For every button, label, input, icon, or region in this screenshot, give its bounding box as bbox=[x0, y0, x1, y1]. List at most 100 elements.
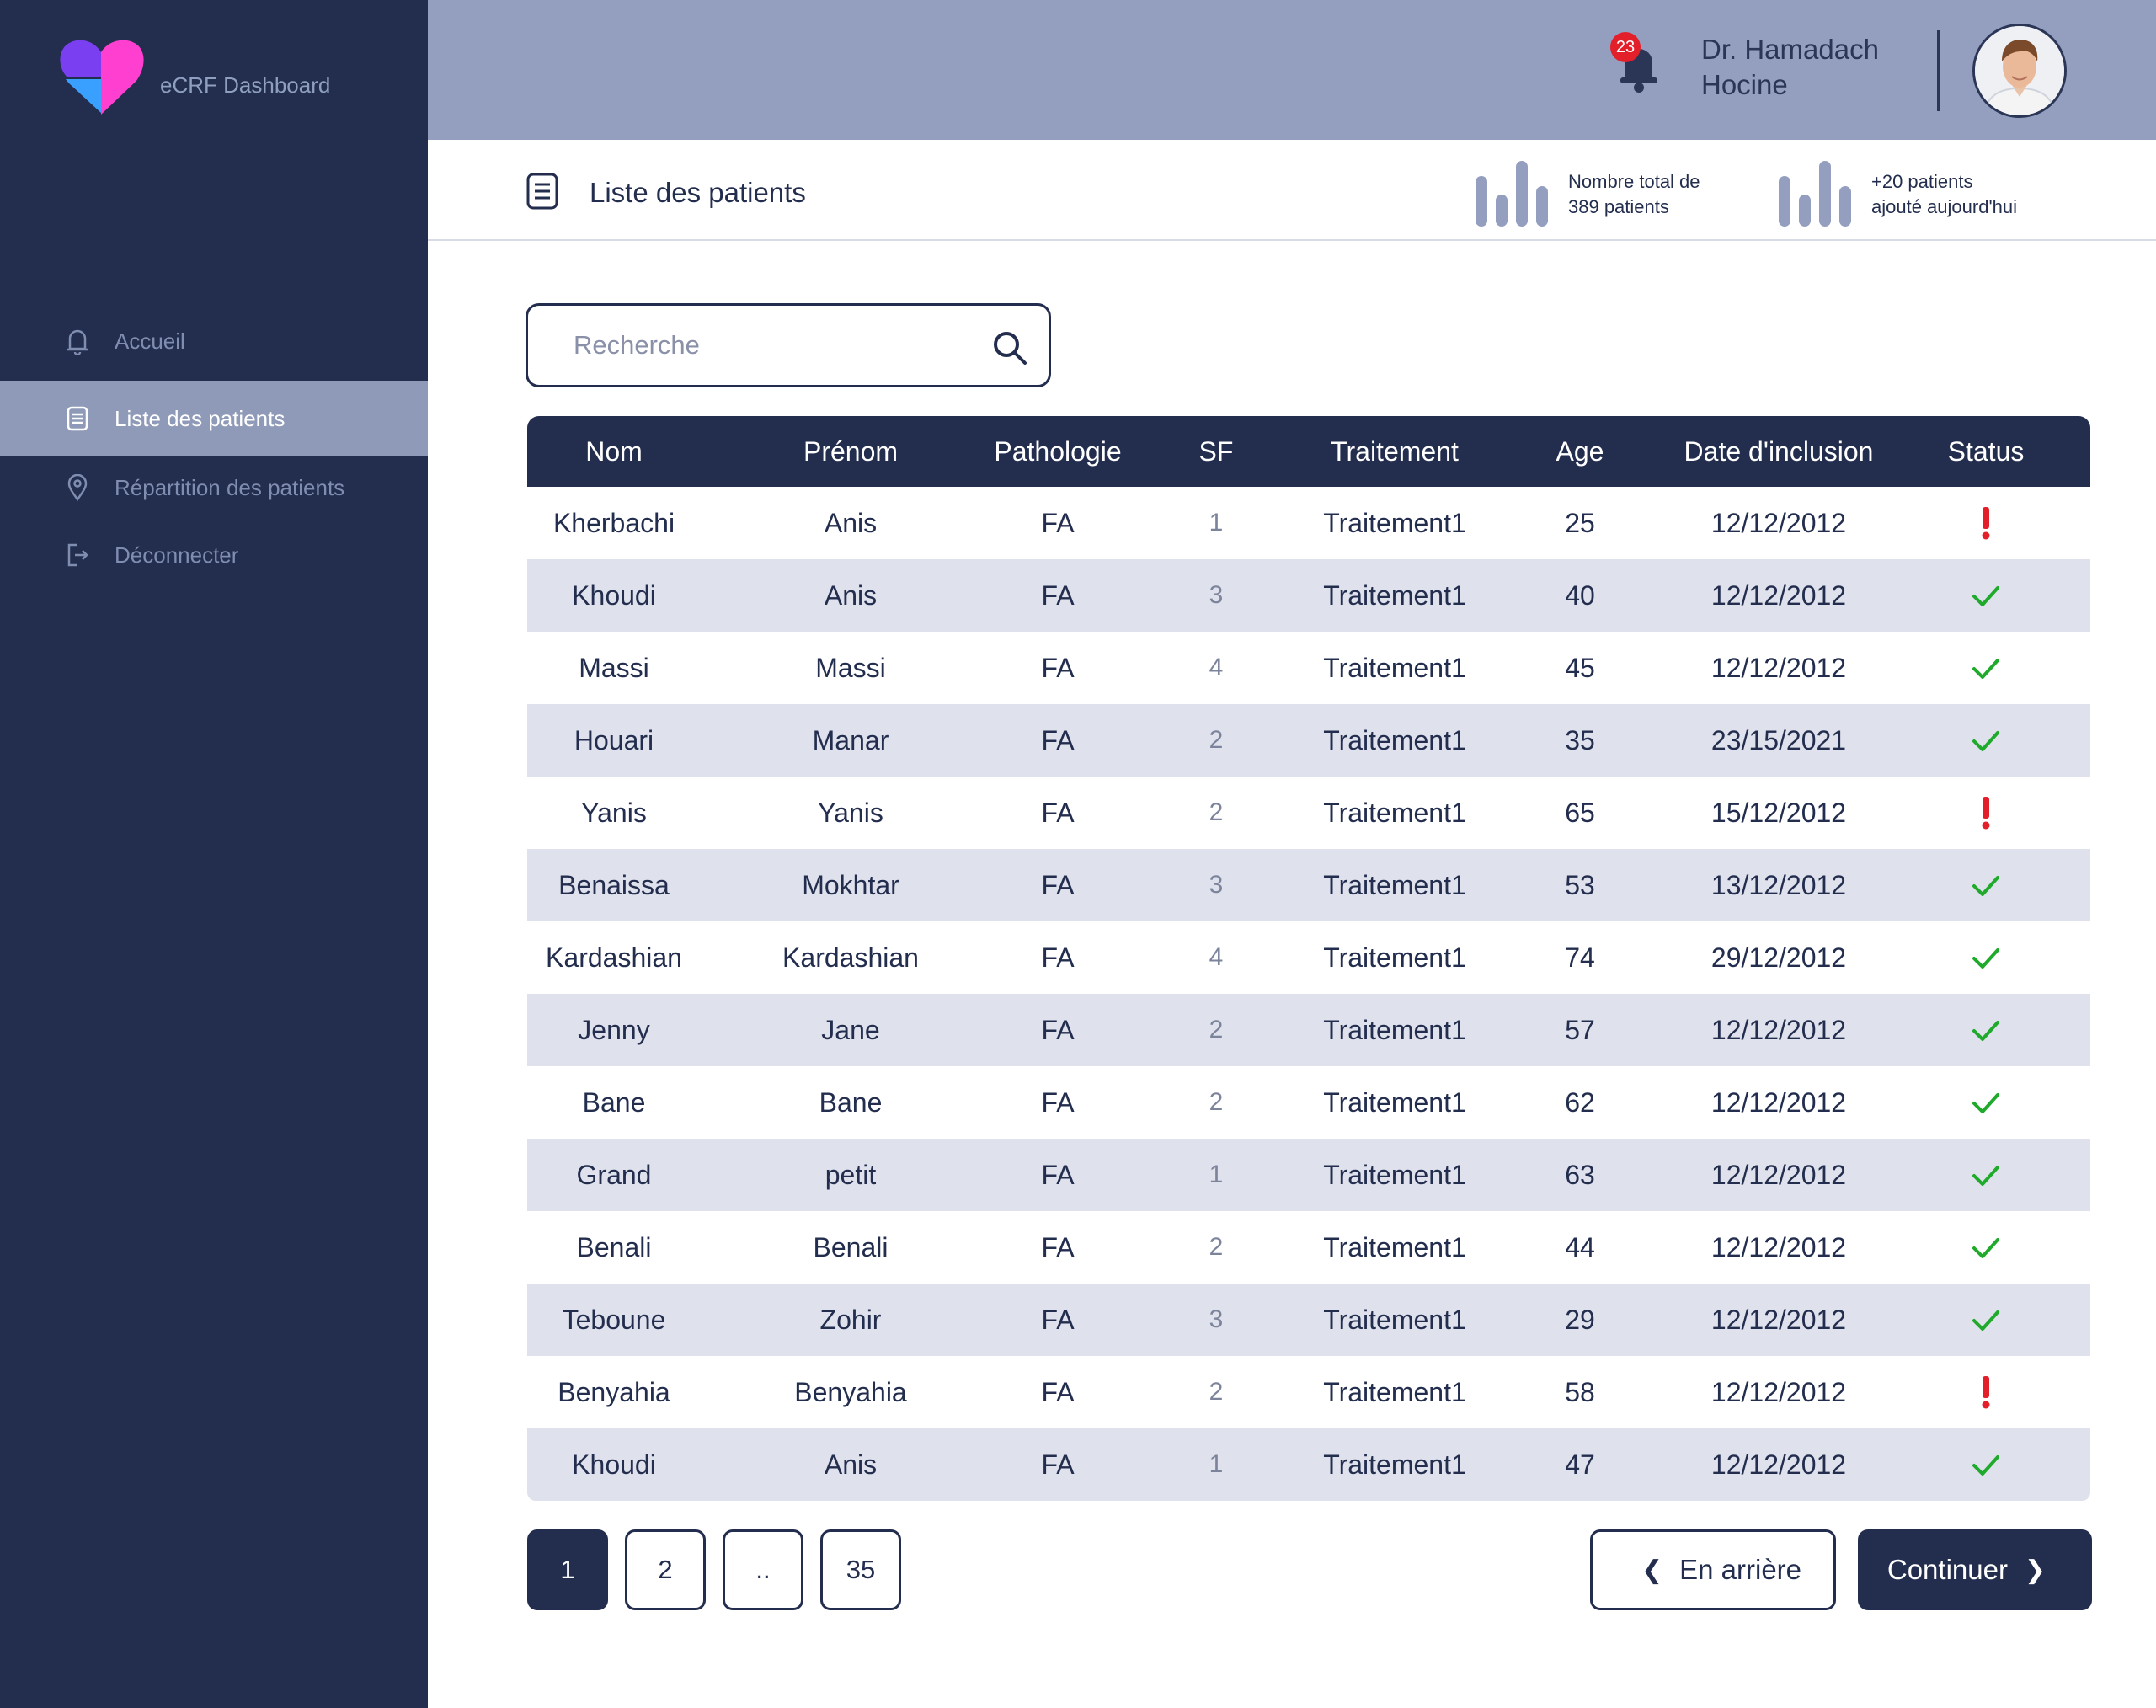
checkmark-icon bbox=[1969, 867, 2003, 903]
table-row[interactable]: Massi Massi FA 4 Traitement1 45 12/12/2012 bbox=[527, 632, 2090, 704]
table-body: Kherbachi Anis FA 1 Traitement1 25 12/12/2012 K… bbox=[527, 487, 2090, 1501]
cell-nom: Jenny bbox=[578, 1015, 650, 1045]
sidebar-item-repartition-des-patients[interactable]: Répartition des patients bbox=[0, 450, 428, 526]
stat-added-today: +20 patients ajouté aujourd'hui bbox=[1775, 157, 2017, 232]
cell-pathologie: FA bbox=[1041, 798, 1075, 828]
cell-sf: 3 bbox=[1209, 581, 1224, 609]
table-row[interactable]: Khoudi Anis FA 1 Traitement1 47 12/12/2012 bbox=[527, 1428, 2090, 1501]
cell-pathologie: FA bbox=[1041, 1087, 1075, 1118]
cell-sf: 2 bbox=[1209, 1016, 1224, 1043]
cell-pathologie: FA bbox=[1041, 1015, 1075, 1045]
page-button-2[interactable]: 2 bbox=[625, 1529, 706, 1610]
cell-age: 62 bbox=[1565, 1087, 1595, 1118]
page-header: Liste des patients Nombre total de 389 p… bbox=[428, 140, 2156, 241]
table-row[interactable]: Teboune Zohir FA 3 Traitement1 29 12/12/2012 bbox=[527, 1284, 2090, 1356]
cell-nom: Yanis bbox=[581, 798, 647, 828]
cell-nom: Massi bbox=[579, 653, 649, 683]
checkmark-icon bbox=[1969, 1447, 2003, 1482]
cell-traitement: Traitement1 bbox=[1323, 1087, 1466, 1118]
cell-prenom: Benali bbox=[813, 1232, 889, 1262]
sidebar-item-label: Déconnecter bbox=[115, 542, 239, 568]
app-name: eCRF Dashboard bbox=[160, 72, 331, 98]
table-row[interactable]: Benaissa Mokhtar FA 3 Traitement1 53 13/12/201… bbox=[527, 849, 2090, 921]
table-row[interactable]: Kherbachi Anis FA 1 Traitement1 25 12/12/2012 bbox=[527, 487, 2090, 559]
cell-age: 53 bbox=[1565, 870, 1595, 900]
sidebar-item-liste-des-patients[interactable]: Liste des patients bbox=[0, 381, 428, 456]
column-header-nom[interactable]: Nom bbox=[585, 416, 643, 487]
cell-traitement: Traitement1 bbox=[1323, 798, 1466, 828]
search-input[interactable] bbox=[574, 330, 944, 360]
cell-sf: 4 bbox=[1209, 943, 1224, 971]
cell-nom: Teboune bbox=[562, 1305, 666, 1335]
stat-added-line1: +20 patients bbox=[1871, 171, 1973, 192]
table-row[interactable]: Yanis Yanis FA 2 Traitement1 65 15/12/2012 bbox=[527, 777, 2090, 849]
page-button-1[interactable]: 1 bbox=[527, 1529, 608, 1610]
cell-traitement: Traitement1 bbox=[1323, 1015, 1466, 1045]
table-row[interactable]: Benyahia Benyahia FA 2 Traitement1 58 12/12/20… bbox=[527, 1356, 2090, 1428]
cell-date: 12/12/2012 bbox=[1710, 653, 1847, 683]
notification-badge: 23 bbox=[1610, 32, 1641, 62]
cell-pathologie: FA bbox=[1041, 653, 1075, 683]
table-row[interactable]: Khoudi Anis FA 3 Traitement1 40 12/12/2012 bbox=[527, 559, 2090, 632]
cell-age: 47 bbox=[1565, 1449, 1595, 1480]
table-row[interactable]: Grand petit FA 1 Traitement1 63 12/12/2012 bbox=[527, 1139, 2090, 1211]
cell-traitement: Traitement1 bbox=[1323, 580, 1466, 611]
cell-pathologie: FA bbox=[1041, 580, 1075, 611]
location-pin-icon bbox=[64, 472, 91, 503]
table-row[interactable]: Jenny Jane FA 2 Traitement1 57 12/12/2012 bbox=[527, 994, 2090, 1066]
cell-age: 57 bbox=[1565, 1015, 1595, 1045]
cell-prenom: Benyahia bbox=[794, 1377, 907, 1407]
column-header-status[interactable]: Status bbox=[1948, 416, 2025, 487]
cell-sf: 3 bbox=[1209, 871, 1224, 899]
cell-prenom: Manar bbox=[812, 725, 889, 755]
bar-chart-icon bbox=[1476, 161, 1548, 227]
table-row[interactable]: Benali Benali FA 2 Traitement1 44 12/12/2012 bbox=[527, 1211, 2090, 1284]
column-header-date[interactable]: Date d'inclusion bbox=[1684, 416, 1874, 487]
column-header-pathologie[interactable]: Pathologie bbox=[994, 416, 1121, 487]
cell-pathologie: FA bbox=[1041, 1160, 1075, 1190]
cell-date: 12/12/2012 bbox=[1710, 1232, 1847, 1262]
table-row[interactable]: Kardashian Kardashian FA 4 Traitement1 74 29/1… bbox=[527, 921, 2090, 994]
page-button-ellipsis[interactable]: .. bbox=[723, 1529, 803, 1610]
checkmark-icon bbox=[1969, 1157, 2003, 1193]
bar-chart-icon bbox=[1779, 161, 1851, 227]
avatar[interactable] bbox=[1972, 24, 2067, 118]
bell-outline-icon bbox=[64, 326, 91, 356]
sidebar-item-accueil[interactable]: Accueil bbox=[0, 303, 428, 379]
cell-nom: Khoudi bbox=[572, 1449, 656, 1480]
column-header-sf[interactable]: SF bbox=[1199, 416, 1234, 487]
sidebar-item-label: Liste des patients bbox=[115, 405, 286, 431]
person-avatar-icon bbox=[1975, 26, 2064, 115]
list-icon bbox=[64, 403, 91, 434]
column-header-age[interactable]: Age bbox=[1556, 416, 1604, 487]
table-header: Nom Prénom Pathologie SF Traitement Age Date d… bbox=[527, 416, 2090, 487]
table-row[interactable]: Houari Manar FA 2 Traitement1 35 23/15/2021 bbox=[527, 704, 2090, 777]
search-icon[interactable] bbox=[991, 329, 1028, 366]
sidebar-item-label: Accueil bbox=[115, 328, 185, 354]
cell-traitement: Traitement1 bbox=[1323, 942, 1466, 973]
cell-age: 29 bbox=[1565, 1305, 1595, 1335]
column-header-traitement[interactable]: Traitement bbox=[1331, 416, 1459, 487]
table-row[interactable]: Bane Bane FA 2 Traitement1 62 12/12/2012 bbox=[527, 1066, 2090, 1139]
cell-age: 58 bbox=[1565, 1377, 1595, 1407]
cell-pathologie: FA bbox=[1041, 942, 1075, 973]
cell-pathologie: FA bbox=[1041, 1449, 1075, 1480]
cell-traitement: Traitement1 bbox=[1323, 1449, 1466, 1480]
cell-pathologie: FA bbox=[1041, 508, 1075, 538]
continue-button[interactable]: Continuer ❯ bbox=[1858, 1529, 2092, 1610]
checkmark-icon bbox=[1969, 723, 2003, 758]
column-header-prenom[interactable]: Prénom bbox=[803, 416, 898, 487]
sidebar: eCRF Dashboard Accueil Liste des patient… bbox=[0, 0, 428, 1708]
page-button-35[interactable]: 35 bbox=[820, 1529, 901, 1610]
cell-sf: 1 bbox=[1209, 509, 1224, 536]
cell-nom: Benyahia bbox=[558, 1377, 670, 1407]
cell-traitement: Traitement1 bbox=[1323, 1160, 1466, 1190]
back-button-label: En arrière bbox=[1679, 1554, 1802, 1585]
cell-prenom: Anis bbox=[824, 1449, 878, 1480]
stat-total-patients: Nombre total de 389 patients bbox=[1472, 157, 1700, 232]
sidebar-item-deconnecter[interactable]: Déconnecter bbox=[0, 517, 428, 593]
cell-sf: 3 bbox=[1209, 1305, 1224, 1333]
cell-date: 15/12/2012 bbox=[1710, 798, 1847, 828]
exclamation-icon bbox=[1969, 1374, 2003, 1410]
back-button[interactable]: ❮ En arrière bbox=[1590, 1529, 1836, 1610]
